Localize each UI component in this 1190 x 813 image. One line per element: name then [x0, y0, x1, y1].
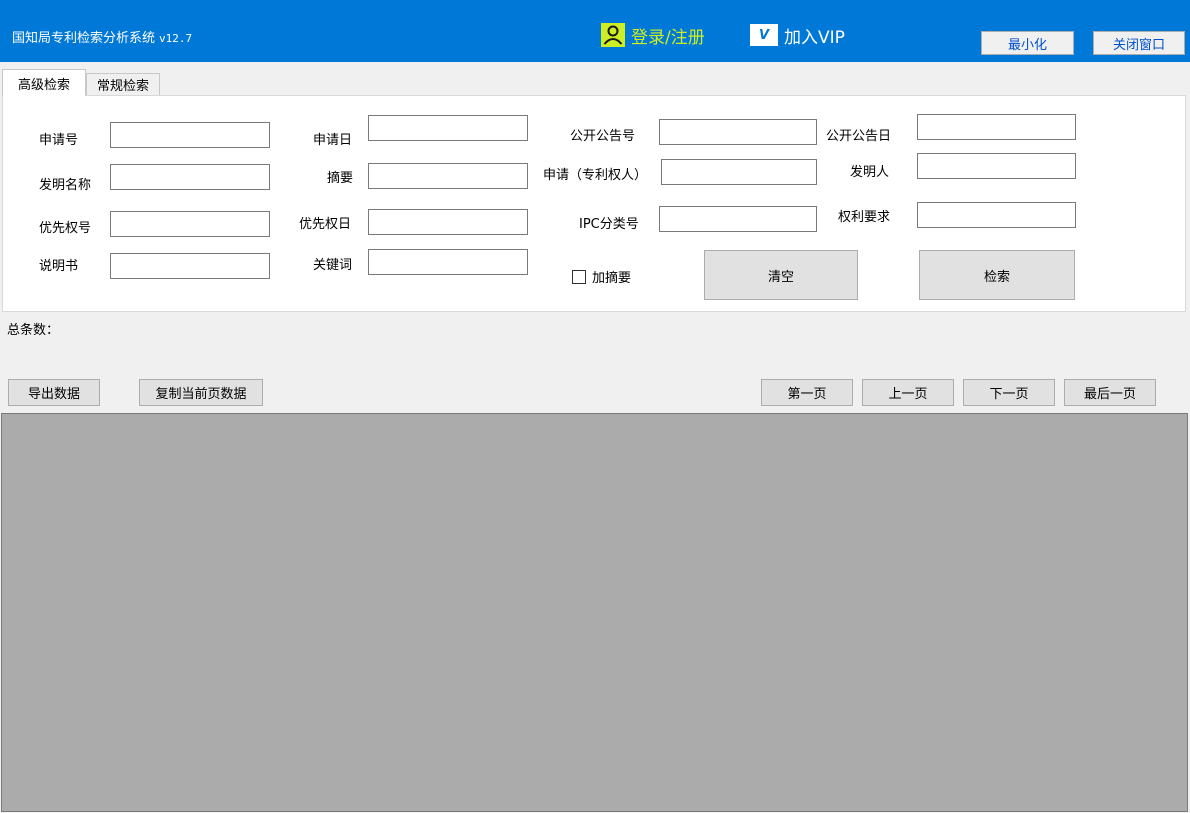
publication-no-input[interactable]: [659, 119, 817, 145]
claims-input[interactable]: [917, 202, 1076, 228]
login-label: 登录/注册: [631, 27, 705, 48]
close-window-button[interactable]: 关闭窗口: [1093, 31, 1185, 55]
inventor-label: 发明人: [850, 165, 890, 180]
vip-icon: V: [750, 24, 778, 46]
prev-page-button[interactable]: 上一页: [862, 379, 954, 406]
priority-no-input[interactable]: [110, 211, 270, 237]
search-button[interactable]: 检索: [919, 250, 1075, 300]
copy-page-data-button[interactable]: 复制当前页数据: [139, 379, 263, 406]
keywords-label: 关键词: [313, 258, 353, 273]
publication-no-label: 公开公告号: [570, 129, 636, 144]
description-label: 说明书: [39, 259, 79, 274]
user-icon: [601, 23, 625, 47]
keywords-input[interactable]: [368, 249, 528, 275]
claims-label: 权利要求: [838, 210, 891, 225]
priority-date-label: 优先权日: [299, 217, 352, 232]
applicant-input[interactable]: [661, 159, 817, 185]
total-count-label: 总条数：: [7, 323, 60, 338]
priority-date-input[interactable]: [368, 209, 528, 235]
ipc-label: IPC分类号: [579, 217, 639, 232]
join-vip-button[interactable]: V 加入VIP: [750, 21, 845, 49]
export-data-button[interactable]: 导出数据: [8, 379, 100, 406]
title-bar: 国知局专利检索分析系统 v12.7 登录/注册 V 加入VIP 最小化 关闭窗口: [0, 0, 1190, 62]
clear-button[interactable]: 清空: [704, 250, 858, 300]
login-register-button[interactable]: 登录/注册: [601, 21, 705, 49]
application-date-label: 申请日: [313, 133, 353, 148]
application-date-input[interactable]: [368, 115, 528, 141]
inventor-input[interactable]: [917, 153, 1076, 179]
next-page-button[interactable]: 下一页: [963, 379, 1055, 406]
abstract-input[interactable]: [368, 163, 528, 189]
publication-date-label: 公开公告日: [826, 129, 892, 144]
first-page-button[interactable]: 第一页: [761, 379, 853, 406]
application-no-input[interactable]: [110, 122, 270, 148]
add-abstract-checkbox[interactable]: 加摘要: [572, 267, 631, 286]
priority-no-label: 优先权号: [39, 221, 92, 236]
tab-advanced-search[interactable]: 高级检索: [2, 69, 86, 96]
results-grid[interactable]: [1, 413, 1188, 812]
tab-regular-search[interactable]: 常规检索: [86, 73, 160, 95]
app-version: v12.7: [159, 32, 193, 45]
publication-date-input[interactable]: [917, 114, 1076, 140]
checkbox-box[interactable]: [572, 269, 586, 284]
abstract-label: 摘要: [327, 171, 354, 186]
application-no-label: 申请号: [39, 133, 79, 148]
last-page-button[interactable]: 最后一页: [1064, 379, 1156, 406]
app-title-text: 国知局专利检索分析系统: [12, 31, 156, 46]
invention-name-input[interactable]: [110, 164, 270, 190]
minimize-button[interactable]: 最小化: [981, 31, 1074, 55]
app-title: 国知局专利检索分析系统 v12.7: [12, 27, 192, 46]
add-abstract-label: 加摘要: [592, 271, 632, 286]
applicant-label: 申请（专利权人）: [543, 168, 648, 183]
vip-label: 加入VIP: [784, 27, 845, 48]
invention-name-label: 发明名称: [39, 178, 92, 193]
description-input[interactable]: [110, 253, 270, 279]
ipc-input[interactable]: [659, 206, 817, 232]
